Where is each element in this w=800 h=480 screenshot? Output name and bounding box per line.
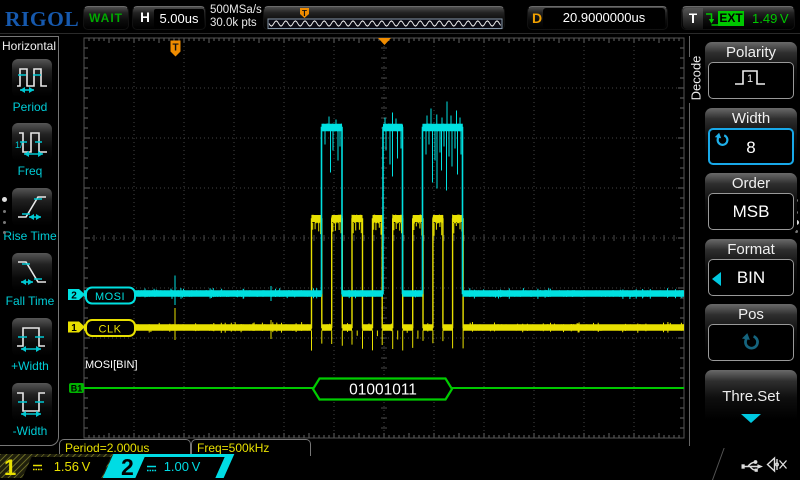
svg-text:1: 1 [747,73,753,85]
svg-text:T: T [302,9,307,18]
svg-text:B1: B1 [71,384,83,394]
svg-text:CLK: CLK [99,324,122,336]
svg-text:T: T [172,43,178,54]
svg-text:MOSI[BIN]: MOSI[BIN] [85,359,138,371]
svg-text:MOSI: MOSI [95,291,125,303]
svg-text:2: 2 [71,291,77,302]
svg-text:1: 1 [71,323,77,334]
svg-text:1/: 1/ [15,140,23,150]
svg-text:01001011: 01001011 [349,382,417,399]
